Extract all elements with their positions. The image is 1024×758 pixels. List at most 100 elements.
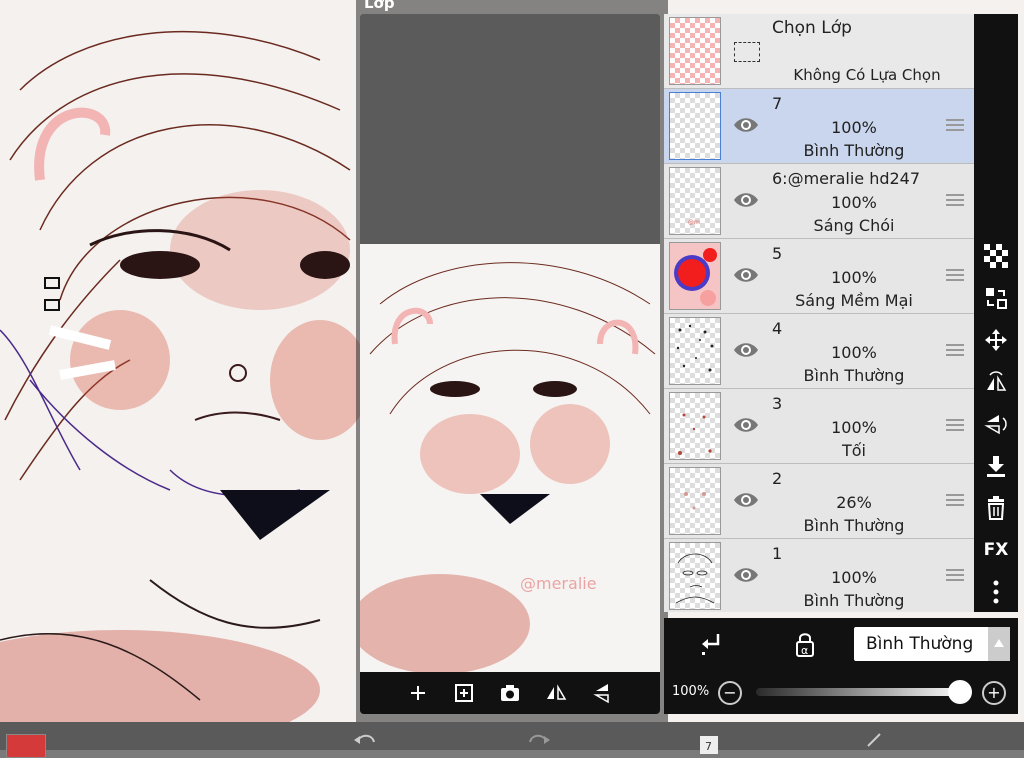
- layer-row-4[interactable]: 4 100% Bình Thường: [664, 314, 974, 389]
- svg-text:α: α: [801, 644, 808, 657]
- layer-blend-mode: Bình Thường: [803, 366, 905, 385]
- layer-name: 7: [772, 94, 783, 113]
- transparency-button[interactable]: [982, 242, 1010, 270]
- eye-icon[interactable]: [732, 188, 760, 212]
- layer-opacity: 100%: [831, 118, 877, 137]
- layer-row-5[interactable]: 5 100% Sáng Mềm Mại: [664, 239, 974, 314]
- app-bottom-bar: 7: [0, 722, 1024, 758]
- svg-text:@m: @m: [688, 219, 700, 226]
- layer-thumbnail: @m: [669, 167, 721, 235]
- eye-icon[interactable]: [732, 113, 760, 137]
- blend-mode-dropdown[interactable]: Bình Thường: [854, 627, 1010, 661]
- back-arrow-icon[interactable]: [862, 730, 886, 754]
- selection-layer-row[interactable]: Chọn Lớp Không Có Lựa Chọn: [664, 14, 974, 89]
- drag-handle-icon[interactable]: [946, 194, 964, 208]
- opacity-decrease-button[interactable]: −: [718, 681, 742, 705]
- clipping-button[interactable]: [696, 630, 726, 660]
- chevron-up-icon: [988, 627, 1010, 661]
- preview-empty-area: [360, 14, 660, 244]
- eye-icon[interactable]: [732, 338, 760, 362]
- add-layer-button[interactable]: [405, 680, 431, 706]
- layer-name: 4: [772, 319, 783, 338]
- layer-name: 6:@meralie hd247: [772, 169, 921, 188]
- layer-row-7[interactable]: 7 100% Bình Thường: [664, 89, 974, 164]
- flip-vertical-button[interactable]: [589, 680, 615, 706]
- flip-horizontal-icon: [547, 684, 567, 700]
- selection-layer-status: Không Có Lựa Chọn: [793, 66, 941, 84]
- preview-toolbar: [360, 672, 660, 714]
- layer-opacity: 100%: [831, 193, 877, 212]
- flip-vertical-icon: [984, 415, 1007, 435]
- more-options-button[interactable]: [982, 578, 1010, 606]
- layer-opacity: 100%: [831, 268, 877, 287]
- layer-opacity: 100%: [831, 343, 877, 362]
- layer-name: 2: [772, 469, 783, 488]
- opacity-increase-button[interactable]: +: [982, 681, 1006, 705]
- layer-blend-mode: Sáng Mềm Mại: [795, 291, 913, 310]
- add-image-layer-button[interactable]: [451, 680, 477, 706]
- layer-opacity: 26%: [836, 493, 872, 512]
- camera-button[interactable]: [497, 680, 523, 706]
- drag-handle-icon[interactable]: [946, 119, 964, 133]
- layer-blend-mode: Bình Thường: [803, 591, 905, 610]
- flip-horizontal-icon: [987, 371, 1007, 391]
- drag-handle-icon[interactable]: [946, 344, 964, 358]
- opacity-slider[interactable]: [756, 688, 966, 696]
- color-swatch[interactable]: [6, 734, 46, 758]
- layers-icon[interactable]: 7: [698, 730, 722, 754]
- layer-name: 3: [772, 394, 783, 413]
- move-arrows-icon: [985, 329, 1007, 351]
- merge-down-button[interactable]: [982, 452, 1010, 480]
- layer-blend-mode: Bình Thường: [803, 141, 905, 160]
- layer-row-2[interactable]: 2 26% Bình Thường: [664, 464, 974, 539]
- alpha-lock-button[interactable]: α: [790, 630, 820, 660]
- layer-thumbnail: [669, 542, 721, 610]
- layer-row-3[interactable]: 3 100% Tối: [664, 389, 974, 464]
- svg-text:@meralie: @meralie: [520, 574, 597, 593]
- flip-horizontal-button[interactable]: [543, 680, 569, 706]
- drag-handle-icon[interactable]: [946, 269, 964, 283]
- layer-properties-bar: α Bình Thường 100% − +: [664, 618, 1018, 714]
- plus-icon: [411, 686, 425, 700]
- eye-icon[interactable]: [732, 413, 760, 437]
- layer-thumbnail: [669, 392, 721, 460]
- drag-handle-icon[interactable]: [946, 494, 964, 508]
- layer-name: 5: [772, 244, 783, 263]
- blend-mode-value: Bình Thường: [866, 634, 974, 654]
- eye-icon[interactable]: [732, 263, 760, 287]
- move-button[interactable]: [982, 326, 1010, 354]
- undo-icon[interactable]: [352, 730, 376, 754]
- eye-icon[interactable]: [732, 563, 760, 587]
- canvas-preview-panel[interactable]: @meralie: [360, 14, 660, 714]
- flip-layer-horizontal-button[interactable]: [982, 368, 1010, 396]
- drag-handle-icon[interactable]: [946, 419, 964, 433]
- layer-blend-mode: Sáng Chói: [813, 216, 895, 235]
- checkerboard-icon: [984, 244, 1008, 268]
- trash-icon: [987, 496, 1005, 520]
- layer-thumbnail: [669, 467, 721, 535]
- opacity-value: 100%: [672, 684, 710, 699]
- camera-icon: [501, 685, 519, 701]
- eye-icon[interactable]: [732, 488, 760, 512]
- redo-icon[interactable]: [528, 730, 552, 754]
- selection-layer-thumbnail: [669, 17, 721, 85]
- marquee-icon: [734, 42, 760, 62]
- fx-button[interactable]: FX: [982, 536, 1010, 564]
- layer-row-1[interactable]: 1 100% Bình Thường: [664, 539, 974, 612]
- delete-layer-button[interactable]: [982, 494, 1010, 522]
- swap-icon: [986, 288, 1007, 309]
- layer-thumbnail: [669, 242, 721, 310]
- flip-vertical-icon: [593, 684, 609, 704]
- plus-square-icon: [455, 684, 473, 702]
- drag-handle-icon[interactable]: [946, 569, 964, 583]
- layers-list[interactable]: Chọn Lớp Không Có Lựa Chọn 7 100% Bình T…: [664, 14, 974, 612]
- flip-layer-vertical-button[interactable]: [982, 410, 1010, 438]
- layer-tools-sidebar: FX: [974, 14, 1018, 612]
- layer-row-6[interactable]: @m 6:@meralie hd247 100% Sáng Chói: [664, 164, 974, 239]
- layer-opacity: 100%: [831, 568, 877, 587]
- preview-thumbnail: @meralie: [360, 244, 660, 674]
- selection-layer-title: Chọn Lớp: [772, 18, 852, 38]
- more-vertical-icon: [993, 580, 999, 604]
- swap-layers-button[interactable]: [982, 284, 1010, 312]
- opacity-slider-knob[interactable]: [948, 680, 972, 704]
